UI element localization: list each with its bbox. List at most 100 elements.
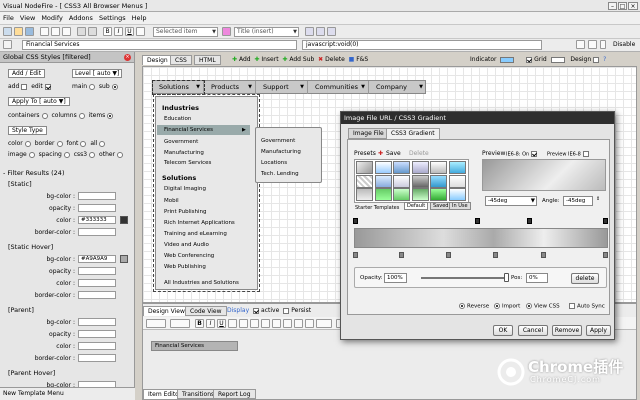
close-button[interactable]: × bbox=[628, 2, 638, 10]
minimize-button[interactable]: – bbox=[608, 2, 617, 10]
dropdown-item[interactable]: Web Publishing bbox=[164, 264, 206, 270]
gradient-stop-top[interactable] bbox=[527, 218, 532, 224]
css3-radio[interactable] bbox=[89, 151, 96, 158]
opacity-input[interactable]: 100% bbox=[384, 273, 407, 283]
gradient-preset-swatch[interactable] bbox=[411, 161, 429, 174]
help-icon[interactable]: ? bbox=[603, 56, 606, 63]
property-input[interactable] bbox=[78, 354, 116, 362]
property-input[interactable] bbox=[78, 330, 116, 338]
nav-item-solutions[interactable]: Solutions ▼ bbox=[152, 80, 205, 95]
gradient-preset-swatch[interactable] bbox=[448, 188, 466, 201]
tab-image-file[interactable]: Image File bbox=[348, 128, 389, 139]
gradient-preset-swatch[interactable] bbox=[356, 161, 373, 174]
open-icon[interactable] bbox=[14, 27, 23, 36]
dropdown-item[interactable]: Manufacturing bbox=[164, 150, 204, 156]
cut-icon[interactable] bbox=[40, 27, 49, 36]
gradient-stop-bottom[interactable] bbox=[399, 252, 404, 258]
grid-checkbox[interactable] bbox=[526, 56, 533, 63]
in-use-tab[interactable]: In Use bbox=[449, 202, 471, 210]
italic-icon[interactable]: I bbox=[114, 27, 123, 36]
underline-icon[interactable]: U bbox=[217, 319, 226, 328]
tab-css[interactable]: CSS bbox=[170, 55, 192, 65]
submenu-item[interactable]: Locations bbox=[261, 160, 287, 166]
property-input[interactable] bbox=[78, 192, 116, 200]
dropdown-item[interactable]: Telecom Services bbox=[164, 160, 211, 166]
border-radio[interactable] bbox=[56, 140, 63, 147]
property-input[interactable] bbox=[78, 228, 116, 236]
undo-icon[interactable] bbox=[77, 27, 86, 36]
reverse-radio[interactable] bbox=[459, 303, 465, 309]
filter-results-header[interactable]: - Filter Results (24) bbox=[3, 169, 64, 177]
menu-addons[interactable]: Addons bbox=[69, 14, 93, 22]
gradient-preset-swatch[interactable] bbox=[393, 188, 410, 201]
property-input[interactable] bbox=[78, 279, 116, 287]
item-name-field[interactable]: Financial Services bbox=[22, 40, 297, 50]
tab-html[interactable]: HTML bbox=[194, 55, 221, 65]
align-right-icon[interactable] bbox=[250, 319, 259, 328]
paste-icon[interactable] bbox=[62, 27, 71, 36]
ok-button[interactable]: OK bbox=[493, 325, 513, 336]
apply-button[interactable]: Apply bbox=[586, 325, 611, 336]
save-icon[interactable] bbox=[25, 27, 34, 36]
disable-checkbox[interactable] bbox=[600, 40, 606, 49]
nav-item-products[interactable]: Products ▼ bbox=[205, 81, 256, 94]
angle-input[interactable]: -45deg bbox=[563, 196, 593, 206]
inline-styles-icon[interactable] bbox=[316, 319, 332, 328]
property-input[interactable]: #333333 bbox=[78, 216, 116, 224]
color-radio[interactable] bbox=[24, 140, 31, 147]
add-sub-button[interactable]: Add Sub bbox=[289, 56, 314, 63]
dropdown-item[interactable]: Mobil bbox=[164, 198, 179, 204]
sub-radio[interactable] bbox=[111, 83, 118, 90]
css-icon[interactable] bbox=[222, 27, 231, 36]
menu-modify[interactable]: Modify bbox=[41, 14, 63, 22]
dropdown-item[interactable]: Rich Internet Applications bbox=[164, 220, 235, 226]
list-icon[interactable] bbox=[261, 319, 270, 328]
font-select[interactable] bbox=[170, 319, 190, 328]
target-icon[interactable] bbox=[327, 27, 336, 36]
gradient-stop-bottom[interactable] bbox=[541, 252, 546, 258]
option-icon-2[interactable] bbox=[588, 40, 597, 49]
dropdown-item[interactable]: Video and Audio bbox=[164, 242, 209, 248]
italic-icon[interactable]: I bbox=[206, 319, 215, 328]
align-icon[interactable] bbox=[136, 27, 145, 36]
gradient-stop-bottom[interactable] bbox=[446, 252, 451, 258]
view-css-radio[interactable] bbox=[526, 303, 532, 309]
containers-radio[interactable] bbox=[41, 112, 48, 119]
remove-button[interactable]: Remove bbox=[552, 325, 582, 336]
property-input[interactable] bbox=[78, 318, 116, 326]
gradient-preset-swatch[interactable] bbox=[448, 161, 466, 174]
dropdown-item[interactable]: Print Publishing bbox=[164, 209, 207, 215]
submenu-item[interactable]: Manufacturing bbox=[261, 149, 301, 155]
item-link-field[interactable]: javascript:void(0) bbox=[302, 40, 542, 50]
gradient-preset-swatch[interactable] bbox=[374, 174, 392, 188]
selected-item-select[interactable]: Selected item ▼ bbox=[153, 27, 218, 37]
gradient-preset-swatch[interactable] bbox=[356, 174, 373, 188]
spacing-radio[interactable] bbox=[63, 151, 70, 158]
delete-button[interactable]: Delete bbox=[325, 56, 345, 63]
main-radio[interactable] bbox=[89, 83, 95, 90]
tab-report-log[interactable]: Report Log bbox=[213, 389, 256, 399]
columns-radio[interactable] bbox=[78, 112, 85, 119]
nav-item-company[interactable]: Company ▼ bbox=[370, 81, 426, 94]
align-center-icon[interactable] bbox=[239, 319, 248, 328]
redo-icon[interactable] bbox=[88, 27, 97, 36]
grid-size-select[interactable] bbox=[550, 56, 565, 63]
gradient-stop-top[interactable] bbox=[353, 218, 358, 224]
persist-checkbox[interactable] bbox=[283, 307, 290, 314]
direction-select[interactable]: -45deg ▼ bbox=[485, 196, 537, 206]
option-icon-1[interactable] bbox=[576, 40, 585, 49]
link-icon[interactable] bbox=[294, 319, 303, 328]
tab-design[interactable]: Design bbox=[142, 55, 173, 65]
maximize-button[interactable]: □ bbox=[618, 2, 627, 10]
gradient-stop-bottom[interactable] bbox=[603, 252, 608, 258]
dropdown-item[interactable]: Education bbox=[164, 116, 191, 122]
style-select[interactable] bbox=[146, 319, 166, 328]
outdent-icon[interactable] bbox=[283, 319, 292, 328]
gradient-preset-swatch[interactable] bbox=[393, 161, 410, 174]
title-insert-select[interactable]: Title (insert) ▼ bbox=[234, 27, 299, 37]
save-preset-button[interactable]: Save bbox=[386, 150, 401, 157]
auto-sync-checkbox[interactable] bbox=[569, 303, 575, 309]
items-radio[interactable] bbox=[107, 112, 114, 119]
nav-item-communities[interactable]: Communities ▼ bbox=[309, 81, 369, 94]
bold-icon[interactable]: B bbox=[103, 27, 112, 36]
